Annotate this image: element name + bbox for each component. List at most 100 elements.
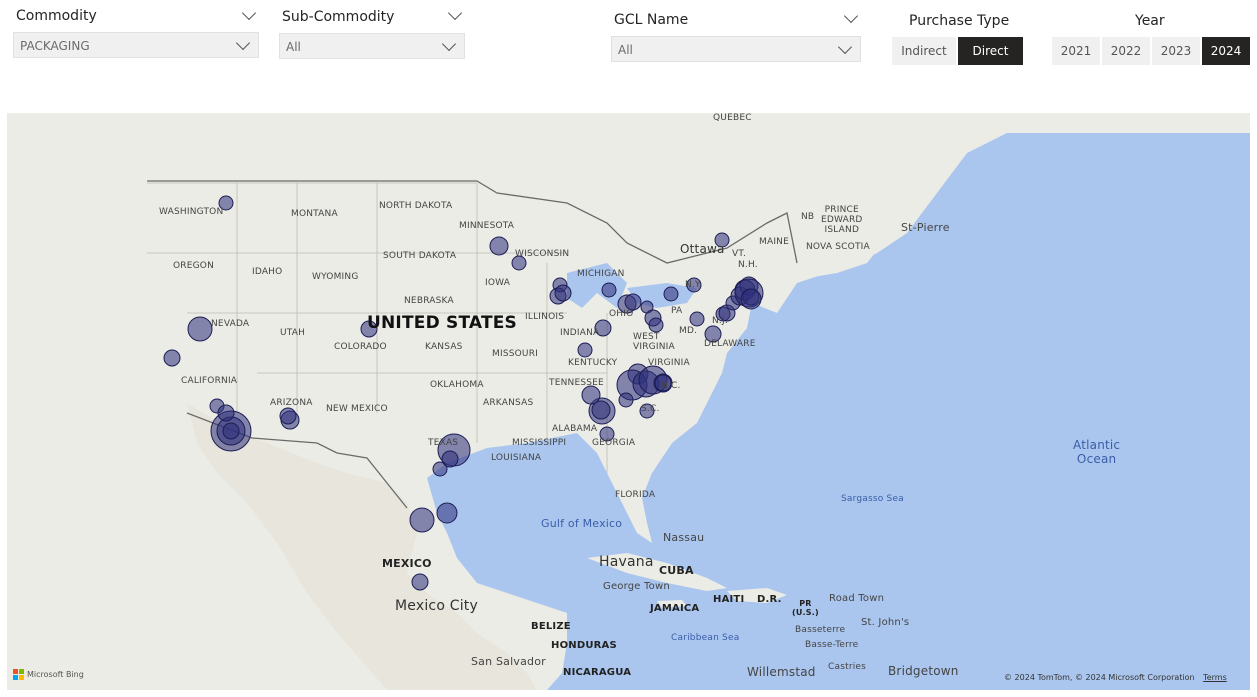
map-label-basse-terre: Basse-Terre — [805, 640, 859, 650]
year-2021-button[interactable]: 2021 — [1052, 37, 1100, 65]
map-label-maine: MAINE — [759, 237, 789, 247]
map-label-george-town: George Town — [603, 581, 670, 592]
supplier-bubble[interactable] — [618, 392, 634, 408]
gcl-name-dropdown[interactable]: All — [611, 36, 861, 62]
supplier-bubble[interactable] — [624, 293, 642, 311]
map-label-washington: WASHINGTON — [159, 207, 224, 217]
commodity-title: Commodity — [16, 8, 97, 24]
map-label-texas: TEXAS — [428, 438, 459, 448]
supplier-map[interactable]: QUEBEC WASHINGTON MONTANA NORTH DAKOTA M… — [7, 113, 1250, 690]
map-label-pr: PR (U.S.) — [792, 599, 819, 617]
map-label-honduras: HONDURAS — [551, 640, 617, 651]
map-label-idaho: IDAHO — [252, 267, 283, 277]
supplier-bubble[interactable] — [163, 349, 181, 367]
gcl-name-value: All — [618, 43, 633, 57]
gcl-name-title: GCL Name — [614, 12, 689, 28]
map-label-san-salvador: San Salvador — [471, 655, 546, 668]
year-2023-button[interactable]: 2023 — [1152, 37, 1200, 65]
commodity-dropdown[interactable]: PACKAGING — [13, 32, 259, 58]
supplier-bubble[interactable] — [689, 311, 705, 327]
map-label-atlantic-ocean: Atlantic Ocean — [1073, 438, 1121, 466]
sub-commodity-value: All — [286, 40, 301, 54]
supplier-bubble[interactable] — [409, 507, 435, 533]
map-label-georgia: GEORGIA — [592, 438, 636, 448]
sub-commodity-collapse-chevron-icon[interactable] — [447, 5, 463, 21]
map-label-nh: N.H. — [738, 260, 758, 270]
map-label-pa: PA — [671, 306, 683, 316]
map-label-california: CALIFORNIA — [181, 376, 238, 386]
map-label-minnesota: MINNESOTA — [459, 221, 515, 231]
chevron-down-icon — [837, 39, 853, 55]
supplier-bubble[interactable] — [432, 461, 448, 477]
supplier-bubble[interactable] — [187, 316, 213, 342]
map-label-ottawa: Ottawa — [680, 242, 725, 256]
year-2022-button[interactable]: 2022 — [1102, 37, 1150, 65]
map-label-bridgetown: Bridgetown — [888, 664, 959, 678]
supplier-bubble[interactable] — [581, 385, 601, 405]
map-label-nc: N.C. — [661, 381, 681, 391]
map-label-kansas: KANSAS — [425, 342, 463, 352]
map-label-north-dakota: NORTH DAKOTA — [379, 201, 453, 211]
map-label-united-states: UNITED STATES — [367, 313, 518, 333]
supplier-bubble[interactable] — [489, 236, 509, 256]
map-copyright: © 2024 TomTom, © 2024 Microsoft Corporat… — [1004, 673, 1227, 682]
supplier-bubble[interactable] — [217, 404, 235, 422]
map-label-missouri: MISSOURI — [492, 349, 539, 359]
map-canvas[interactable] — [7, 113, 1250, 690]
map-label-road-town: Road Town — [829, 593, 885, 604]
map-label-iowa: IOWA — [485, 278, 511, 288]
map-label-quebec: QUEBEC — [713, 113, 752, 123]
supplier-bubble[interactable] — [554, 284, 572, 302]
map-label-delaware: DELAWARE — [704, 339, 756, 349]
map-label-illinois: ILLINOIS — [525, 312, 565, 322]
sub-commodity-dropdown[interactable]: All — [279, 33, 465, 59]
map-label-st-johns: St. John's — [861, 617, 910, 628]
supplier-bubble[interactable] — [577, 342, 593, 358]
supplier-bubble[interactable] — [222, 422, 240, 440]
map-label-arkansas: ARKANSAS — [483, 398, 534, 408]
chevron-down-icon — [441, 36, 457, 52]
terms-link[interactable]: Terms — [1203, 673, 1227, 682]
supplier-bubble[interactable] — [411, 573, 429, 591]
map-label-louisiana: LOUISIANA — [491, 453, 542, 463]
map-label-willemstad: Willemstad — [747, 665, 816, 679]
supplier-bubble[interactable] — [601, 282, 617, 298]
commodity-collapse-chevron-icon[interactable] — [241, 5, 257, 21]
bing-logo: Microsoft Bing — [13, 669, 84, 680]
map-label-gulf-of-mexico: Gulf of Mexico — [541, 517, 623, 530]
gcl-name-collapse-chevron-icon[interactable] — [843, 8, 859, 24]
year-title: Year — [1135, 13, 1165, 29]
supplier-bubble[interactable] — [740, 288, 762, 310]
map-label-castries: Castries — [828, 662, 867, 672]
map-label-kentucky: KENTUCKY — [568, 358, 618, 368]
year-2024-button[interactable]: 2024 — [1202, 37, 1250, 65]
chevron-down-icon — [235, 35, 251, 51]
map-label-jamaica: JAMAICA — [650, 603, 700, 614]
map-label-nb: NB — [801, 212, 815, 222]
map-label-alabama: ALABAMA — [552, 424, 598, 434]
map-label-west-virginia: WEST VIRGINIA — [633, 332, 675, 352]
map-label-ohio: OHIO — [609, 309, 634, 319]
supplier-bubble[interactable] — [436, 502, 458, 524]
map-label-st-pierre: St-Pierre — [901, 221, 950, 234]
map-label-montana: MONTANA — [291, 209, 338, 219]
map-label-basseterre: Basseterre — [795, 625, 846, 635]
supplier-bubble[interactable] — [648, 317, 664, 333]
supplier-bubble[interactable] — [663, 286, 679, 302]
map-label-arizona: ARIZONA — [270, 398, 313, 408]
map-label-mexico: MEXICO — [382, 557, 432, 570]
map-label-utah: UTAH — [280, 328, 306, 338]
map-label-florida: FLORIDA — [615, 490, 656, 500]
map-label-cuba: CUBA — [659, 564, 694, 577]
map-label-ny: N.Y. — [685, 280, 702, 290]
map-label-nicaragua: NICARAGUA — [563, 667, 632, 678]
supplier-bubble[interactable] — [279, 407, 297, 425]
map-label-south-dakota: SOUTH DAKOTA — [383, 251, 457, 261]
map-label-sc: S.C. — [641, 404, 660, 414]
map-label-nj: N.J. — [712, 316, 728, 326]
purchase-type-direct-button[interactable]: Direct — [958, 37, 1023, 65]
purchase-type-indirect-button[interactable]: Indirect — [892, 37, 956, 65]
map-label-oklahoma: OKLAHOMA — [430, 380, 484, 390]
map-label-indiana: INDIANA — [560, 328, 600, 338]
map-label-oregon: OREGON — [173, 261, 215, 271]
